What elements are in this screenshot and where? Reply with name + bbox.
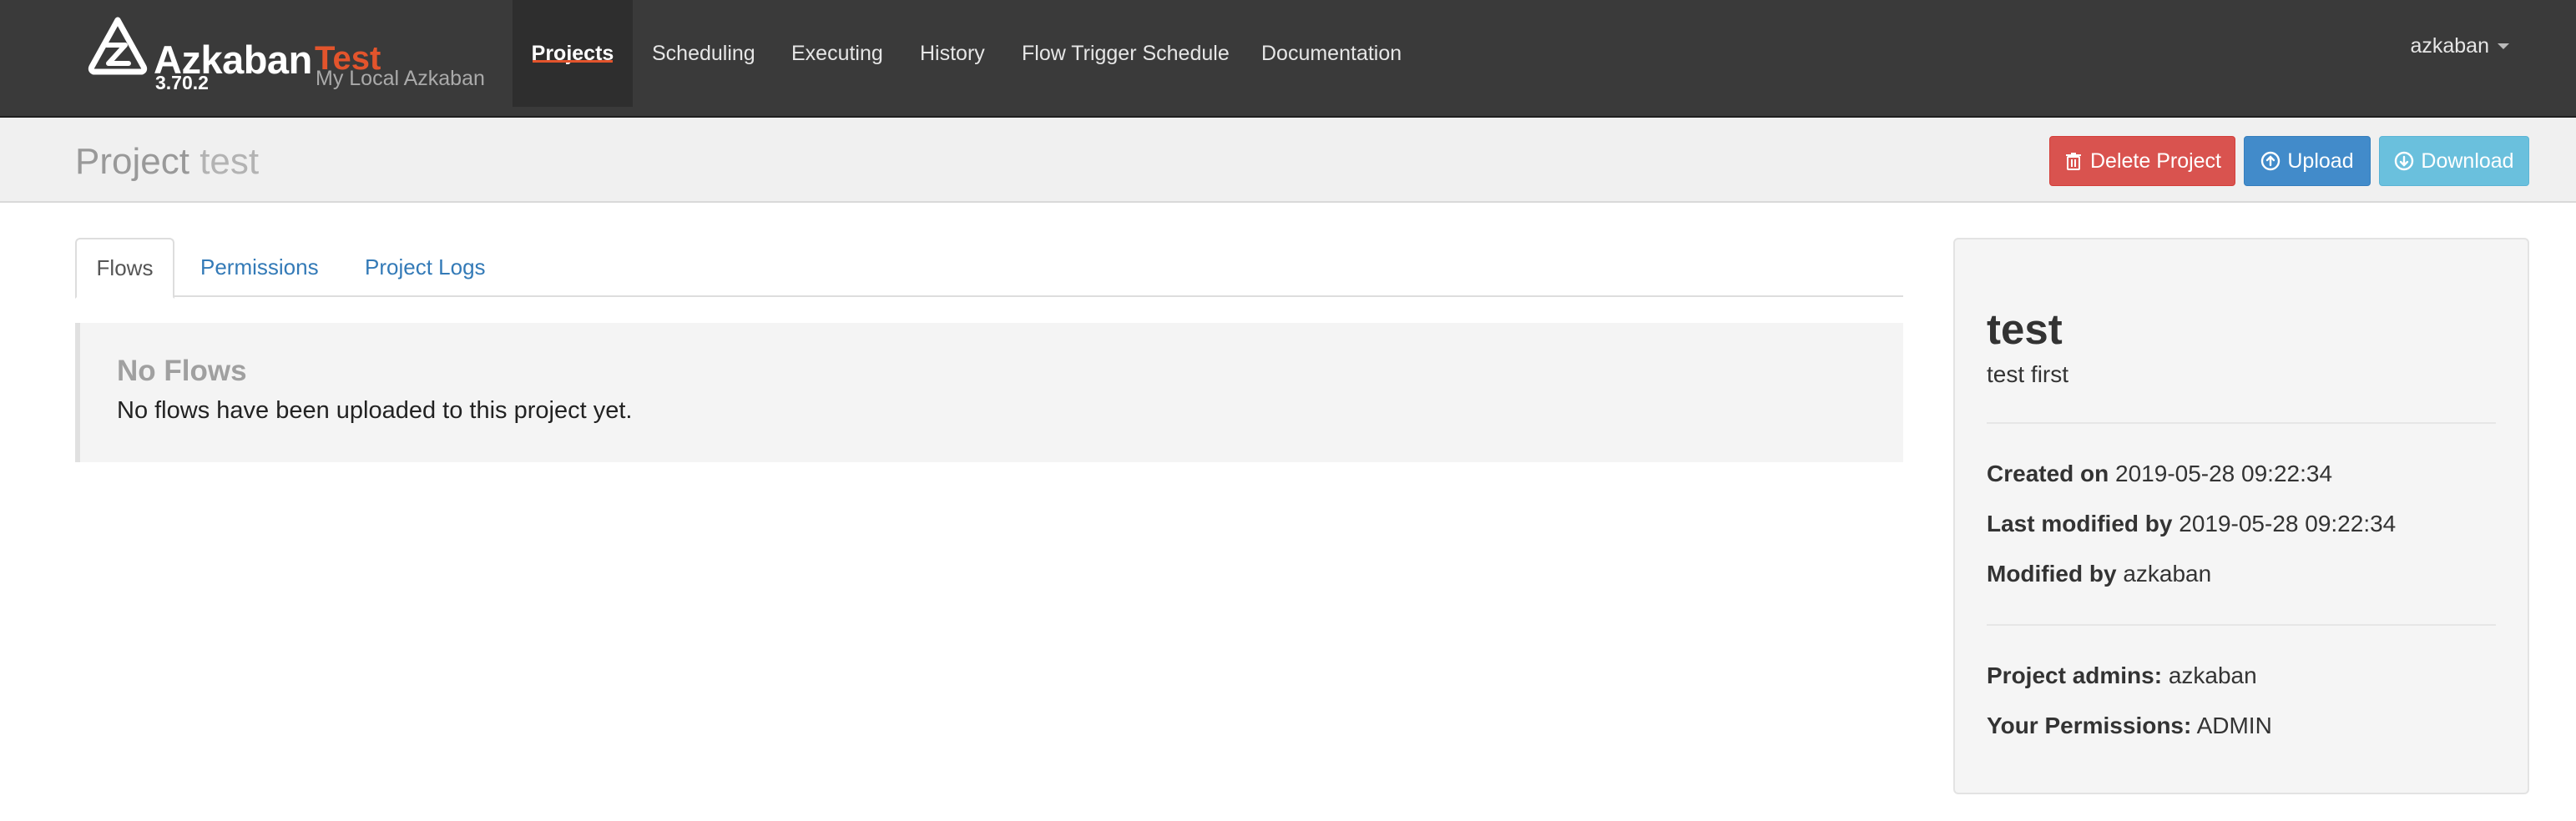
instance-subtitle: My Local Azkaban [316,67,485,90]
top-navbar: Azkaban Test 3.70.2 My Local Azkaban Pro… [0,0,2576,118]
nav-executing-label: Executing [791,41,883,65]
tab-flows[interactable]: Flows [75,238,174,299]
nav-documentation[interactable]: Documentation [1261,0,1402,107]
download-label: Download [2421,149,2514,173]
azkaban-logo-icon [88,17,148,75]
delete-project-label: Delete Project [2089,149,2222,173]
user-name: azkaban [2410,33,2489,58]
modified-by-row: Modified by azkaban [1987,561,2211,587]
project-name: test [1987,305,2063,353]
active-underline [533,60,613,63]
project-header: Project test Delete Project Upload Downl… [0,118,2576,203]
tab-project-logs[interactable]: Project Logs [365,238,486,297]
nav-scheduling[interactable]: Scheduling [652,0,755,107]
divider [1987,624,2496,626]
trash-icon [2065,153,2081,170]
delete-project-button[interactable]: Delete Project [2049,136,2235,186]
project-description: test first [1987,361,2069,387]
upload-circle-icon [2261,151,2281,171]
nav-executing[interactable]: Executing [791,0,883,107]
tab-flows-label: Flows [96,255,154,280]
nav-documentation-label: Documentation [1261,41,1402,65]
tab-project-logs-label: Project Logs [365,254,486,280]
no-flows-callout: No Flows No flows have been uploaded to … [75,323,1903,462]
your-permissions-value: ADMIN [2196,713,2272,738]
tab-permissions-label: Permissions [200,254,319,280]
last-modified-value: 2019-05-28 09:22:34 [2179,511,2397,536]
nav-flow-trigger-schedule-label: Flow Trigger Schedule [1022,41,1230,65]
upload-label: Upload [2287,149,2354,173]
page-title-project-name: test [200,141,260,182]
project-info-panel: test test first Created on 2019-05-28 09… [1953,238,2529,794]
nav-scheduling-label: Scheduling [652,41,755,65]
page-title: Project test [75,141,259,183]
no-flows-title: No Flows [117,355,247,387]
modified-by-value: azkaban [2123,561,2212,587]
caret-down-icon [2498,43,2509,49]
user-menu[interactable]: azkaban [2410,0,2509,92]
upload-button[interactable]: Upload [2244,136,2371,186]
created-on-row: Created on 2019-05-28 09:22:34 [1987,461,2332,487]
tab-permissions[interactable]: Permissions [200,238,319,297]
your-permissions-row: Your Permissions: ADMIN [1987,713,2272,739]
created-on-value: 2019-05-28 09:22:34 [2115,461,2333,486]
version-label: 3.70.2 [155,72,209,93]
nav-history-label: History [920,41,985,65]
your-permissions-label: Your Permissions: [1987,713,2192,738]
project-admins-value: azkaban [2168,662,2257,688]
nav-history[interactable]: History [920,0,985,107]
no-flows-message: No flows have been uploaded to this proj… [117,397,633,424]
project-tabs: Flows Permissions Project Logs [75,238,1903,299]
last-modified-label: Last modified by [1987,511,2173,536]
nav-projects[interactable]: Projects [513,0,633,107]
project-admins-row: Project admins: azkaban [1987,662,2257,689]
page-title-prefix: Project [75,141,189,182]
brand[interactable]: Azkaban Test 3.70.2 My Local Azkaban [87,15,504,107]
created-on-label: Created on [1987,461,2109,486]
nav-flow-trigger-schedule[interactable]: Flow Trigger Schedule [1022,0,1230,107]
download-button[interactable]: Download [2379,136,2529,186]
last-modified-row: Last modified by 2019-05-28 09:22:34 [1987,511,2396,537]
divider [1987,422,2496,424]
download-circle-icon [2395,151,2414,171]
modified-by-label: Modified by [1987,561,2117,587]
project-admins-label: Project admins: [1987,662,2163,688]
